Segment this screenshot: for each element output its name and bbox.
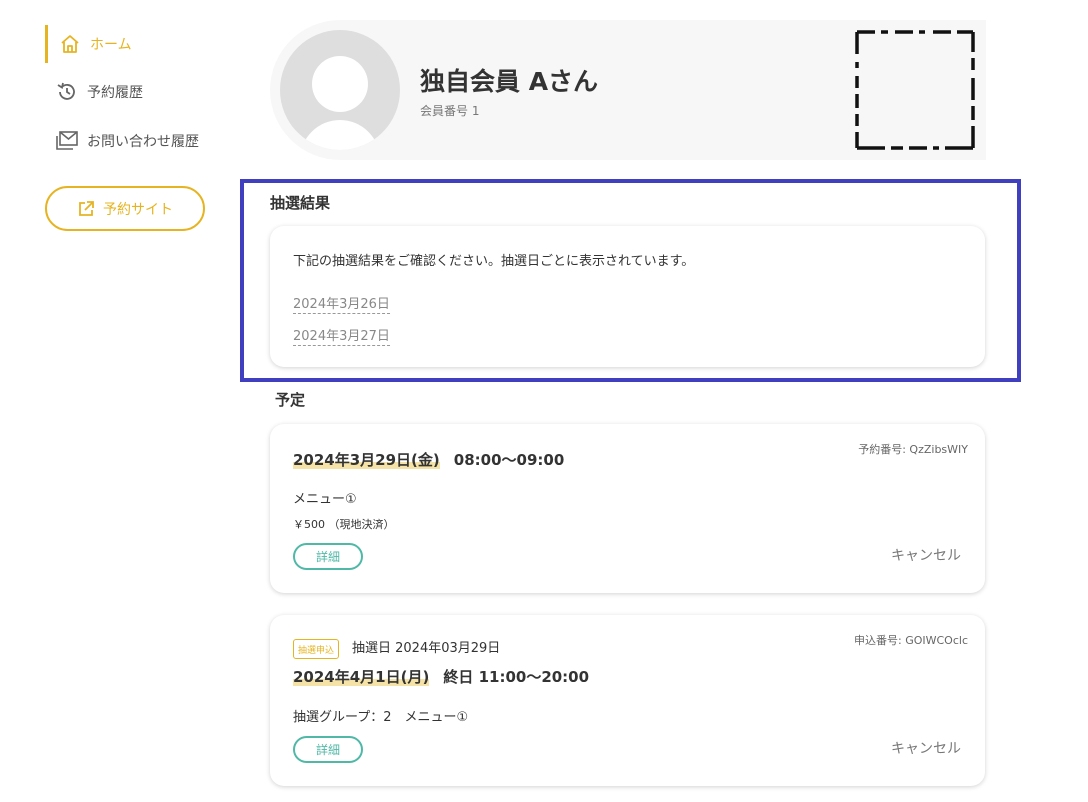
lottery-result-card: 下記の抽選結果をご確認ください。抽選日ごとに表示されています。 2024年3月2… <box>270 226 985 367</box>
profile-card: 独自会員 Aさん 会員番号 1 <box>270 20 986 160</box>
reservation-time: 08:00〜09:00 <box>453 451 565 469</box>
cancel-link[interactable]: キャンセル <box>891 545 961 565</box>
lottery-date-link[interactable]: 2024年3月27日 <box>293 325 390 346</box>
reservation-price: ￥500 （現地決済） <box>293 518 395 531</box>
lottery-application-badge: 抽選申込 <box>293 639 340 659</box>
detail-button[interactable]: 詳細 <box>293 736 363 763</box>
qr-code <box>855 30 975 150</box>
lottery-section-title: 抽選結果 <box>270 194 331 212</box>
lottery-description: 下記の抽選結果をご確認ください。抽選日ごとに表示されています。 <box>293 254 695 269</box>
member-number: 会員番号 1 <box>420 104 480 118</box>
reservation-site-label: 予約サイト <box>103 201 173 218</box>
reservation-menu: メニュー① <box>293 492 357 507</box>
sidebar-item-label: お問い合わせ履歴 <box>87 134 199 150</box>
draw-date: 抽選日 2024年03月29日 <box>352 641 501 656</box>
reservation-datetime: 2024年3月29日(金) 08:00〜09:00 <box>293 449 564 470</box>
member-name: 独自会員 Aさん <box>420 67 599 96</box>
sidebar-item-label: 予約履歴 <box>87 85 143 101</box>
sidebar-item-label: ホーム <box>90 37 132 53</box>
lottery-application-card: 申込番号: GOIWCOclc 抽選申込 抽選日 2024年03月29日 202… <box>270 615 985 786</box>
detail-button[interactable]: 詳細 <box>293 543 363 570</box>
reservation-time: 終日 11:00〜20:00 <box>443 668 590 686</box>
history-icon <box>55 80 79 104</box>
reservation-date: 2024年4月1日(月) <box>293 668 430 686</box>
avatar-body <box>300 120 380 150</box>
sidebar: ホーム 予約履歴 お問い合わせ履歴 予約サイト <box>0 0 230 802</box>
application-number: 申込番号: GOIWCOclc <box>854 634 968 647</box>
cancel-link[interactable]: キャンセル <box>891 738 961 758</box>
reservation-datetime: 2024年4月1日(月) 終日 11:00〜20:00 <box>293 666 589 687</box>
schedule-section-title: 予定 <box>275 391 306 409</box>
sidebar-item-contact-history[interactable]: お問い合わせ履歴 <box>45 122 225 160</box>
reservation-number: 予約番号: QzZibsWIY <box>858 443 968 456</box>
external-link-icon <box>77 200 95 218</box>
sidebar-item-home[interactable]: ホーム <box>45 25 225 63</box>
mail-icon <box>55 129 79 153</box>
avatar-head <box>312 56 368 112</box>
avatar <box>280 30 400 150</box>
reservation-menu: 抽選グループ：2 メニュー① <box>293 710 469 725</box>
sidebar-item-reservation-history[interactable]: 予約履歴 <box>45 73 225 111</box>
reservation-date: 2024年3月29日(金) <box>293 451 440 469</box>
lottery-date-link[interactable]: 2024年3月26日 <box>293 293 390 314</box>
home-icon <box>58 32 82 56</box>
reservation-card: 予約番号: QzZibsWIY 2024年3月29日(金) 08:00〜09:00… <box>270 424 985 593</box>
reservation-site-button[interactable]: 予約サイト <box>45 186 205 231</box>
